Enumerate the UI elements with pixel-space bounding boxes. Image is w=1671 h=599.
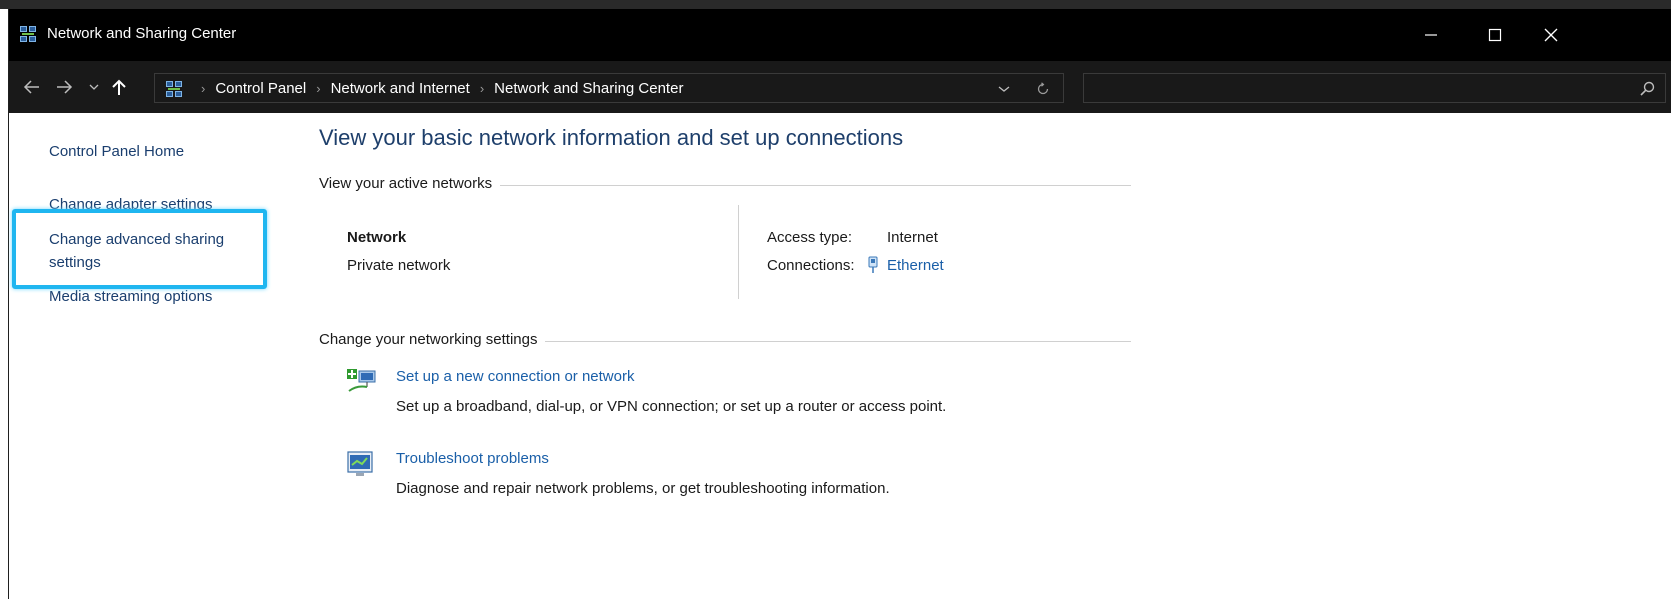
breadcrumb: › Control Panel › Network and Internet ›… — [191, 80, 683, 97]
network-center-icon — [166, 81, 182, 97]
maximize-icon — [1488, 28, 1502, 42]
page-title: View your basic network information and … — [319, 125, 904, 150]
minimize-button[interactable] — [1403, 9, 1459, 61]
breadcrumb-network-sharing-center[interactable]: Network and Sharing Center — [494, 80, 683, 97]
sidebar-item-control-panel-home[interactable]: Control Panel Home — [49, 140, 184, 163]
forward-button[interactable] — [51, 73, 77, 101]
back-button[interactable] — [19, 73, 45, 101]
address-dropdown-button[interactable] — [995, 80, 1013, 98]
chevron-right-icon[interactable]: › — [201, 81, 205, 96]
active-networks-heading: View your active networks — [319, 175, 501, 192]
change-settings-heading: Change your networking settings — [319, 331, 546, 348]
new-connection-icon — [347, 369, 376, 392]
search-input[interactable] — [1083, 73, 1666, 103]
maximize-button[interactable] — [1467, 9, 1523, 61]
connections-label: Connections: — [767, 257, 855, 274]
highlight-annotation — [12, 209, 267, 289]
ethernet-icon — [868, 256, 878, 273]
search-icon — [1640, 81, 1655, 96]
network-center-icon — [20, 26, 36, 42]
network-profile: Private network — [347, 257, 451, 274]
troubleshoot-problems-link[interactable]: Troubleshoot problems — [396, 450, 549, 467]
recent-locations-button[interactable] — [85, 73, 103, 101]
access-type-label: Access type: — [767, 229, 853, 246]
up-button[interactable] — [107, 73, 131, 101]
arrow-left-icon — [23, 80, 39, 94]
troubleshoot-description: Diagnose and repair network problems, or… — [396, 480, 890, 497]
access-type-value: Internet — [887, 229, 938, 246]
chevron-right-icon[interactable]: › — [316, 81, 320, 96]
arrow-up-icon — [112, 79, 126, 95]
close-button[interactable] — [1523, 9, 1579, 61]
title-bar: Network and Sharing Center — [9, 9, 1671, 61]
refresh-button[interactable] — [1033, 79, 1053, 99]
refresh-icon — [1037, 82, 1049, 95]
setup-connection-description: Set up a broadband, dial-up, or VPN conn… — [396, 398, 947, 415]
arrow-right-icon — [57, 80, 73, 94]
desktop-background-strip — [0, 0, 1671, 9]
address-toolbar: › Control Panel › Network and Internet ›… — [9, 61, 1671, 113]
ethernet-connection-link[interactable]: Ethernet — [887, 257, 944, 274]
address-box[interactable]: › Control Panel › Network and Internet ›… — [154, 73, 1064, 103]
chevron-right-icon[interactable]: › — [480, 81, 484, 96]
setup-connection-link[interactable]: Set up a new connection or network — [396, 368, 634, 385]
network-sharing-center-window: Network and Sharing Center › Control Pan… — [8, 9, 1671, 599]
chevron-down-icon — [998, 86, 1010, 92]
minimize-icon — [1425, 34, 1437, 36]
close-icon — [1544, 28, 1558, 42]
breadcrumb-control-panel[interactable]: Control Panel — [215, 80, 306, 97]
divider — [738, 205, 739, 299]
troubleshoot-icon — [347, 451, 373, 476]
window-title: Network and Sharing Center — [47, 25, 237, 42]
network-name: Network — [347, 229, 407, 246]
breadcrumb-network-and-internet[interactable]: Network and Internet — [331, 80, 470, 97]
chevron-down-icon — [89, 84, 99, 90]
